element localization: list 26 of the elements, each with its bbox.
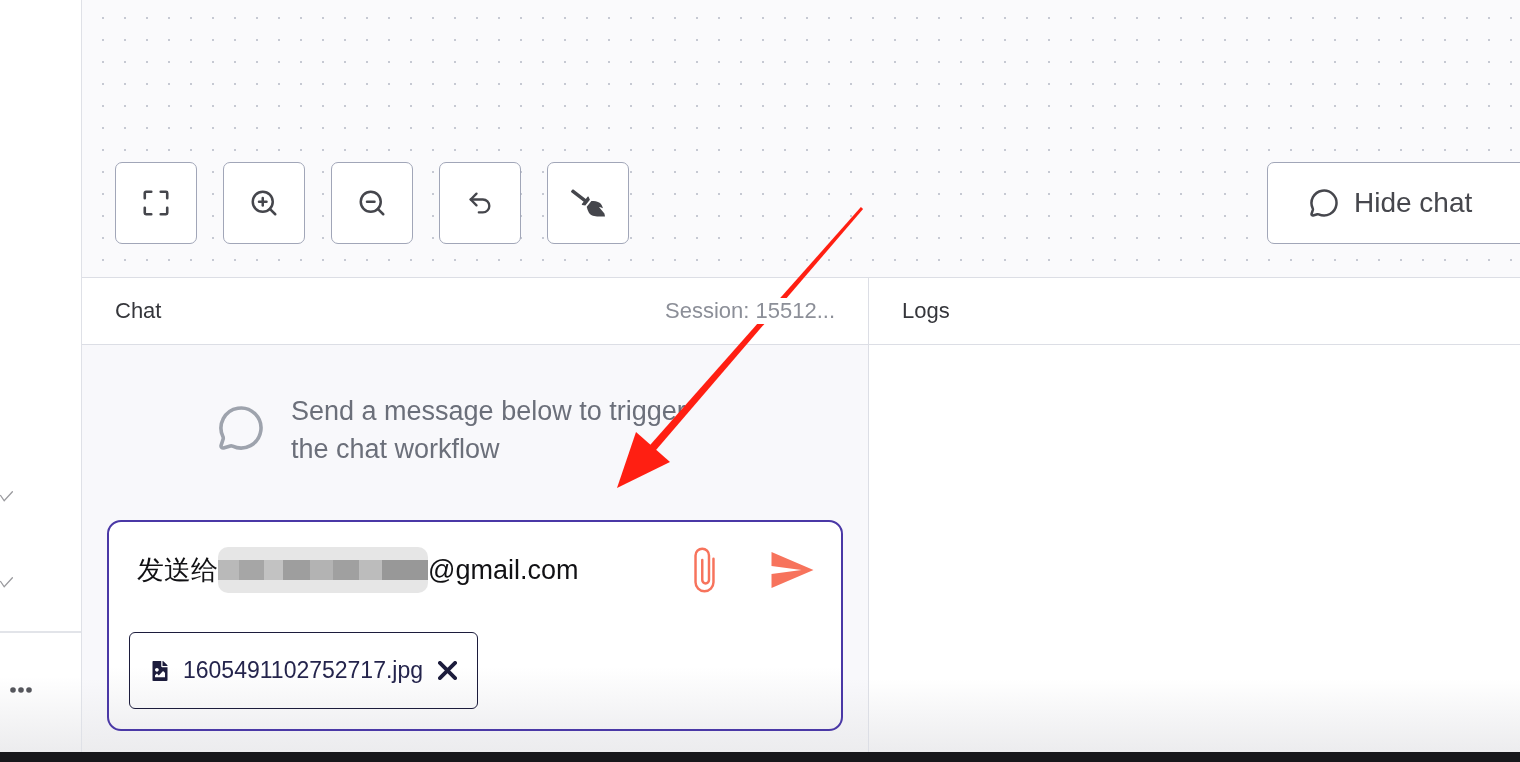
chat-title: Chat [115, 298, 162, 324]
chat-bubble-icon [1309, 188, 1339, 218]
corner-brackets-icon [143, 190, 169, 216]
zoom-out-button[interactable] [331, 162, 413, 244]
send-icon [771, 552, 814, 588]
zoom-in-button[interactable] [223, 162, 305, 244]
attachment-file-name: 1605491102752717.jpg [183, 657, 424, 684]
session-id: Session: 15512... [665, 298, 835, 324]
broom-icon [571, 186, 605, 220]
zoom-out-icon [357, 188, 387, 218]
paperclip-icon [693, 547, 716, 593]
close-icon [438, 661, 458, 680]
check-icon [0, 577, 13, 588]
attach-button[interactable] [693, 547, 716, 593]
message-input-field[interactable]: 发送给 @gmail.com [137, 545, 693, 595]
image-file-icon [150, 660, 170, 681]
more-icon[interactable] [10, 687, 32, 693]
chat-bubble-icon [217, 404, 265, 452]
hide-chat-button[interactable]: Hide chat [1267, 162, 1520, 244]
clear-button[interactable] [547, 162, 629, 244]
check-icon [0, 491, 13, 502]
send-button[interactable] [771, 552, 814, 588]
fit-view-button[interactable] [115, 162, 197, 244]
logs-title: Logs [902, 298, 950, 324]
remove-attachment-button[interactable] [438, 661, 458, 680]
zoom-in-icon [249, 188, 279, 218]
